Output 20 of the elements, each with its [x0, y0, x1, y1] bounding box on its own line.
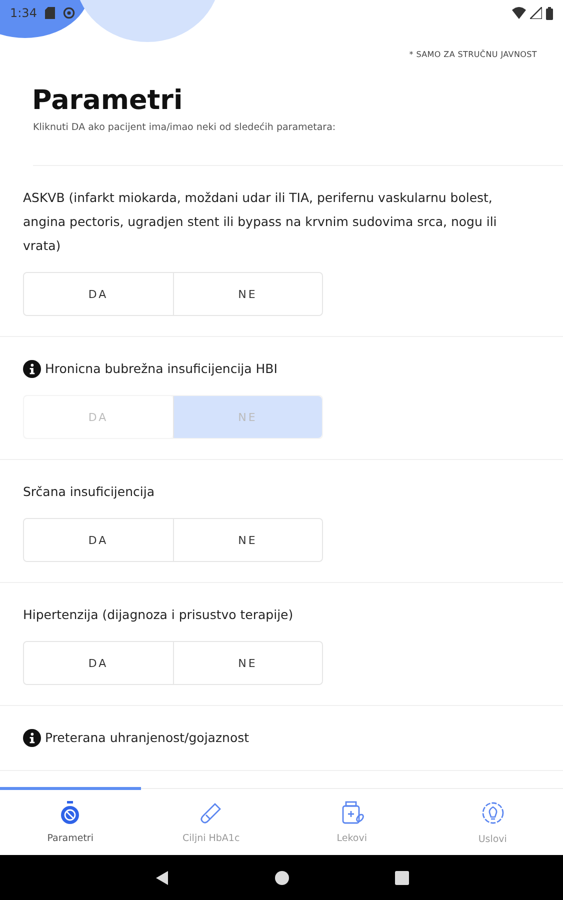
signal-icon — [530, 7, 542, 19]
question-label: Srčana insuficijencija — [23, 483, 155, 501]
question-label: Hipertenzija (dijagnoza i prisustvo terapije) — [23, 606, 294, 624]
stopwatch-icon — [59, 801, 82, 825]
battery-icon — [546, 6, 553, 20]
home-icon[interactable] — [274, 870, 290, 886]
page-subtitle: Kliknuti DA ako pacijent ima/imao neki od sledećih parametara: — [33, 122, 563, 166]
question-label: ASKVB (infarkt miokarda, moždani udar ili TIA, perifernu vaskularnu bolest, angina pectoris, ugradjen stent ili bypass na krvnim sudovima srca, nogu ili vrata) — [23, 189, 498, 255]
disclaimer-note: * SAMO ZA STRUČNU JAVNOST — [409, 50, 537, 59]
lightbulb-gear-icon — [480, 800, 506, 826]
test-tube-icon — [199, 801, 224, 825]
question-label: Hronicna bubrežna insuficijencija HBI — [45, 360, 278, 378]
wifi-icon — [512, 7, 526, 19]
recents-icon[interactable] — [394, 870, 410, 886]
medicine-jar-icon — [340, 801, 364, 825]
back-icon[interactable] — [154, 870, 170, 886]
info-icon[interactable] — [23, 729, 41, 747]
question-label: Preterana uhranjenost/gojaznost — [45, 729, 250, 747]
status-time: 1:34 — [10, 6, 37, 20]
page-title: Parametri — [32, 85, 184, 116]
